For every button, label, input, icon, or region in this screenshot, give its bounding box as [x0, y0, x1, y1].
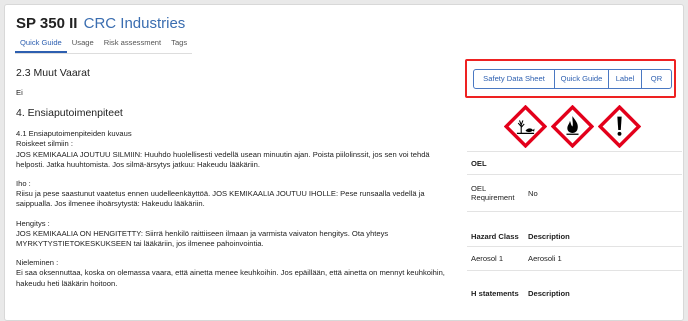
company-link[interactable]: CRC Industries — [84, 15, 186, 32]
qr-button[interactable]: QR — [641, 68, 672, 89]
hazard-description-cell: Aerosoli 1 — [528, 254, 562, 263]
flammable-icon — [551, 105, 594, 148]
eyes-label: Roiskeet silmiin : — [16, 139, 73, 149]
hazard-class-cell: Aerosol 1 — [471, 254, 504, 263]
safety-data-sheet-button[interactable]: Safety Data Sheet — [473, 68, 555, 89]
tab-tags[interactable]: Tags — [166, 35, 192, 53]
inhalation-text: JOS KEMIKAALIA ON HENGITETTY: Siirrä hen… — [16, 228, 389, 249]
document-button-group: Safety Data Sheet Quick Guide Label QR — [465, 59, 676, 98]
h-statements-header-row: H statements Description — [467, 270, 682, 303]
quick-guide-button[interactable]: Quick Guide — [554, 68, 609, 89]
ingestion-text: Ei saa oksennuttaa, koska on olemassa va… — [16, 268, 445, 288]
section-4-title: 4. Ensiaputoimenpiteet — [16, 107, 123, 120]
page-title: SP 350 II CRC Industries — [16, 15, 185, 32]
inhalation-label: Hengitys : — [16, 218, 50, 228]
oel-heading-row: OEL — [467, 151, 682, 174]
subsection-41-title: 4.1 Ensiaputoimenpiteiden kuvaus — [16, 129, 132, 139]
eyes-text: JOS KEMIKAALIA JOUTUU SILMIIN: Huuhdo hu… — [16, 149, 430, 169]
hazard-class-header: Hazard Class — [471, 232, 519, 241]
hazard-header-row: Hazard Class Description — [467, 211, 682, 246]
section-23-title: 2.3 Muut Vaarat — [16, 67, 90, 79]
hazard-panel: OEL OEL Requirement No Hazard Class Desc… — [467, 151, 682, 303]
table-row: Aerosol 1 Aerosoli 1 — [467, 246, 682, 270]
label-button[interactable]: Label — [608, 68, 642, 89]
oel-heading: OEL — [471, 158, 487, 168]
oel-requirement-value: No — [528, 188, 538, 198]
section-23-value: Ei — [16, 88, 23, 97]
product-card: SP 350 II CRC Industries Quick Guide Usa… — [4, 4, 684, 321]
environment-hazard-icon — [504, 105, 547, 148]
h-statements-header: H statements — [471, 289, 519, 298]
oel-requirement-label: OEL Requirement — [471, 184, 515, 202]
quick-guide-content: 2.3 Muut Vaarat Ei 4. Ensiaputoimenpitee… — [16, 67, 446, 289]
ghs-pictograms — [504, 105, 641, 148]
tab-bar: Quick Guide Usage Risk assessment Tags — [15, 35, 193, 54]
oel-row: OEL Requirement No — [467, 174, 682, 211]
skin-label: Iho : — [16, 179, 31, 189]
tab-usage[interactable]: Usage — [67, 35, 99, 53]
tab-risk-assessment[interactable]: Risk assessment — [99, 35, 166, 53]
ingestion-label: Nieleminen : — [16, 258, 59, 268]
skin-text: Riisu ja pese saastunut vaatetus ennen u… — [16, 189, 425, 209]
exclamation-mark-icon — [598, 105, 641, 148]
product-name: SP 350 II — [16, 15, 78, 32]
hazard-description-header: Description — [528, 232, 570, 241]
h-statements-description-header: Description — [528, 289, 570, 298]
tab-quick-guide[interactable]: Quick Guide — [15, 35, 67, 53]
